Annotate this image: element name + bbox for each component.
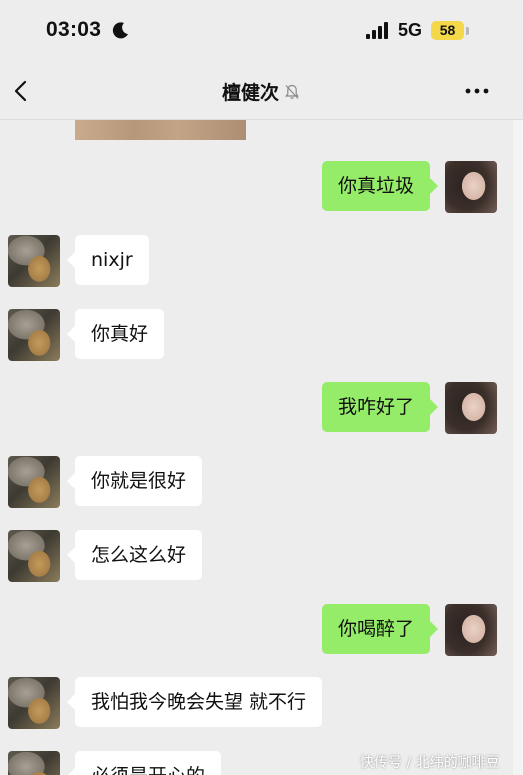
message-bubble[interactable]: 我怕我今晚会失望 就不行 [75, 677, 323, 727]
battery-icon: 58 [431, 20, 471, 42]
bubble-tail [430, 621, 438, 637]
avatar[interactable] [445, 161, 497, 213]
message-bubble[interactable]: 你就是很好 [75, 456, 203, 506]
message-text: 我咋好了 [337, 396, 414, 418]
message-bubble[interactable]: nixjr [75, 235, 149, 285]
bubble-tail [430, 399, 438, 415]
bubble-tail [67, 473, 75, 489]
message-text: 你真垃圾 [337, 175, 414, 197]
bell-slash-icon [284, 84, 300, 99]
avatar[interactable] [445, 382, 497, 434]
message-bubble[interactable]: 我咋好了 [321, 382, 430, 432]
message-text: 必须是开心的 [91, 765, 205, 775]
chat-title-bar: 檀健次 [0, 78, 523, 105]
avatar[interactable] [445, 604, 497, 656]
watermark: 快传号 / 北纬的咖啡豆 [360, 755, 500, 771]
avatar[interactable] [8, 530, 60, 582]
message-text: 你就是很好 [91, 470, 187, 492]
message-text: 你真好 [91, 323, 149, 345]
message-text: nixjr [91, 249, 133, 271]
battery-cap [466, 27, 469, 35]
status-bar: 03:03 5G 58 [0, 0, 523, 62]
message-row: 我怕我今晚会失望 就不行 [0, 677, 513, 731]
message-row: 你就是很好 [0, 456, 513, 510]
bubble-tail [430, 178, 438, 194]
bubble-tail [67, 768, 75, 775]
message-row: 怎么这么好 [0, 530, 513, 584]
message-text: 怎么这么好 [91, 544, 187, 566]
battery-level: 58 [431, 21, 464, 40]
message-bubble[interactable]: 你真垃圾 [321, 161, 430, 211]
message-text: 我怕我今晚会失望 就不行 [91, 691, 307, 713]
bubble-tail [67, 326, 75, 342]
avatar[interactable] [8, 677, 60, 729]
avatar[interactable] [8, 456, 60, 508]
image-message-fragment[interactable] [75, 120, 246, 140]
message-row: 你真好 [0, 309, 513, 363]
message-row: 你喝醉了 [0, 604, 513, 658]
status-time: 03:03 [46, 18, 102, 41]
message-text: 你喝醉了 [337, 618, 414, 640]
more-dots-icon[interactable] [462, 78, 492, 104]
avatar[interactable] [8, 235, 60, 287]
network-label: 5G [398, 20, 423, 40]
message-bubble[interactable]: 怎么这么好 [75, 530, 203, 580]
chat-title: 檀健次 [221, 82, 279, 104]
message-bubble[interactable]: 你真好 [75, 309, 165, 359]
avatar[interactable] [8, 751, 60, 775]
message-bubble[interactable]: 必须是开心的 [75, 751, 222, 775]
moon-icon [112, 22, 128, 39]
avatar[interactable] [8, 309, 60, 361]
scrollbar[interactable] [513, 120, 523, 775]
message-row: 我咋好了 [0, 382, 513, 436]
message-row: 你真垃圾 [0, 161, 513, 215]
nav-bar: 檀健次 [0, 62, 523, 120]
bubble-tail [67, 252, 75, 268]
bubble-tail [67, 694, 75, 710]
message-bubble[interactable]: 你喝醉了 [321, 604, 430, 654]
signal-icon [366, 22, 388, 39]
message-row: nixjr [0, 235, 513, 289]
bubble-tail [67, 547, 75, 563]
